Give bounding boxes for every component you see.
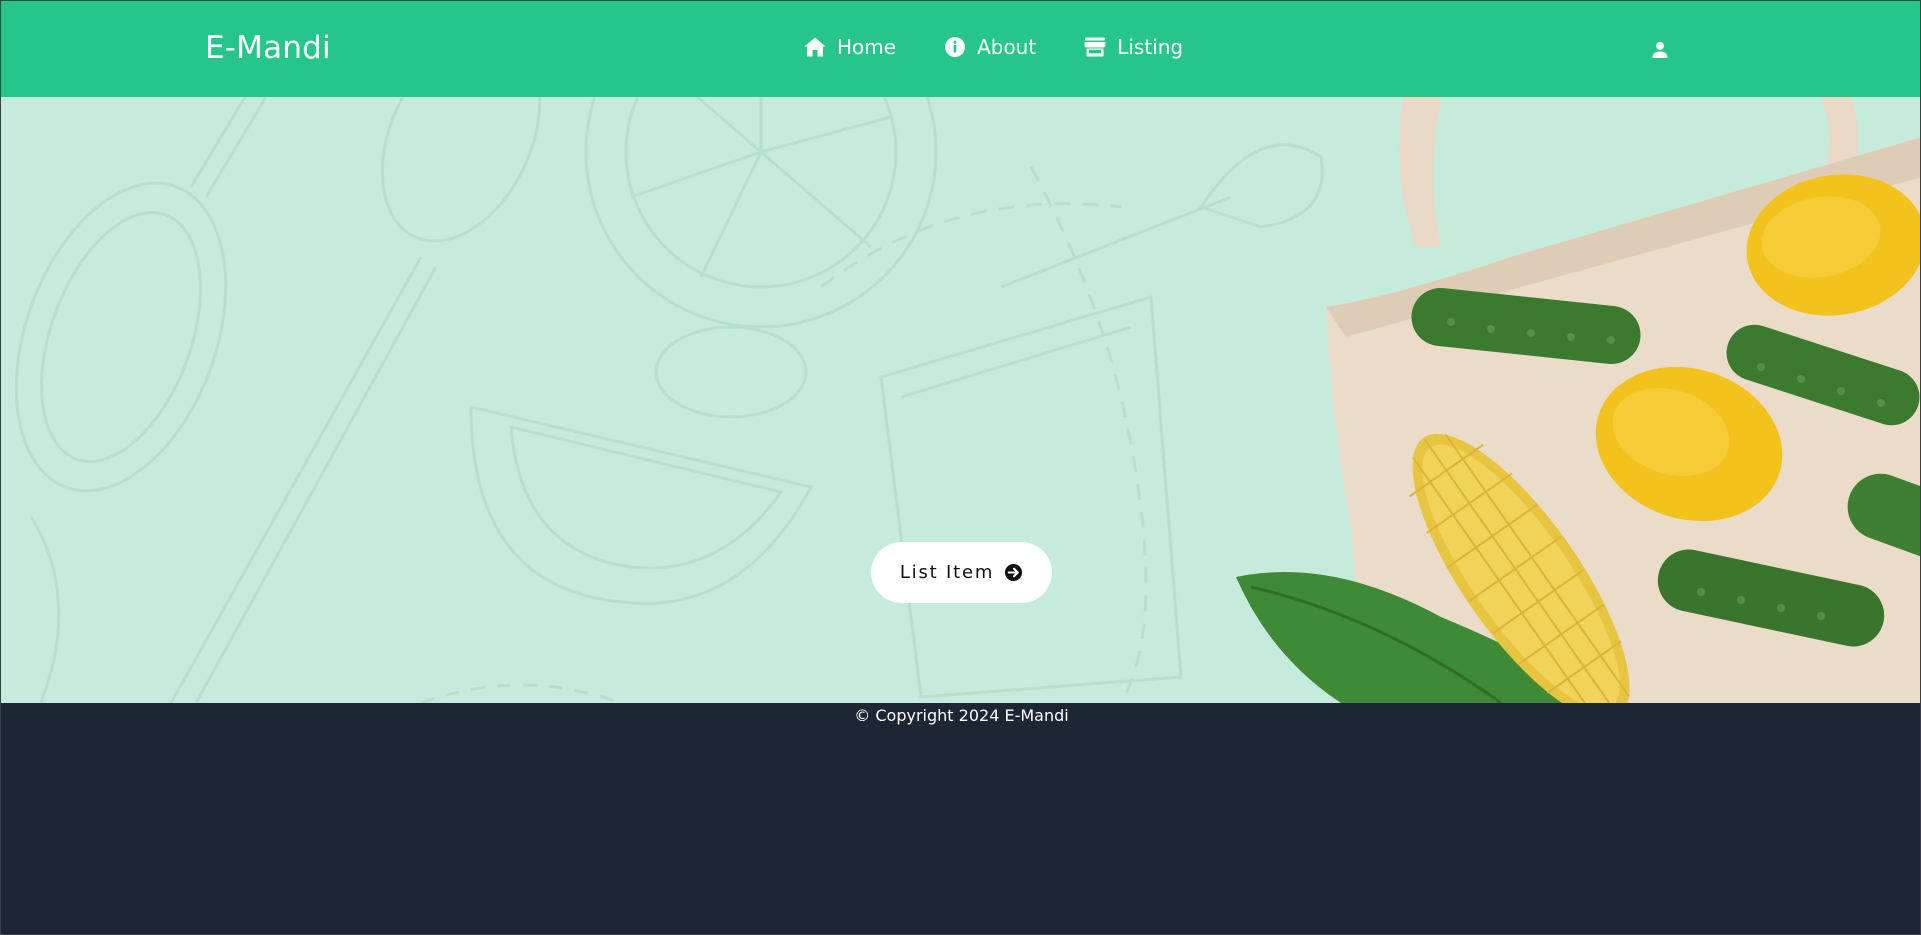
- hero-background-illustration: [14, 97, 1920, 703]
- footer: © Copyright 2024 E-Mandi: [1, 703, 1920, 934]
- navbar: E-Mandi Home About Listing: [1, 1, 1920, 97]
- brand-logo[interactable]: E-Mandi: [205, 30, 331, 66]
- info-icon: [945, 37, 966, 57]
- page: E-Mandi Home About Listing List Item © C…: [0, 0, 1921, 935]
- store-icon: [1084, 37, 1106, 57]
- nav-item-listing[interactable]: Listing: [1083, 35, 1183, 59]
- user-icon: [1652, 42, 1668, 58]
- nav-links: Home About Listing: [803, 35, 1183, 59]
- list-item-button-label: List Item: [899, 562, 995, 583]
- nav-item-label: Listing: [1117, 35, 1184, 59]
- hero-section: List Item: [1, 97, 1920, 703]
- arrow-circle-right-icon: [1005, 563, 1023, 582]
- list-item-button[interactable]: List Item: [871, 542, 1052, 603]
- nav-item-home[interactable]: Home: [803, 35, 896, 59]
- nav-item-label: Home: [837, 35, 897, 59]
- copyright-text: © Copyright 2024 E-Mandi: [854, 706, 1069, 725]
- nav-item-about[interactable]: About: [943, 35, 1036, 59]
- nav-item-label: About: [977, 35, 1037, 59]
- home-icon: [804, 37, 826, 57]
- user-menu-button[interactable]: [1649, 39, 1671, 61]
